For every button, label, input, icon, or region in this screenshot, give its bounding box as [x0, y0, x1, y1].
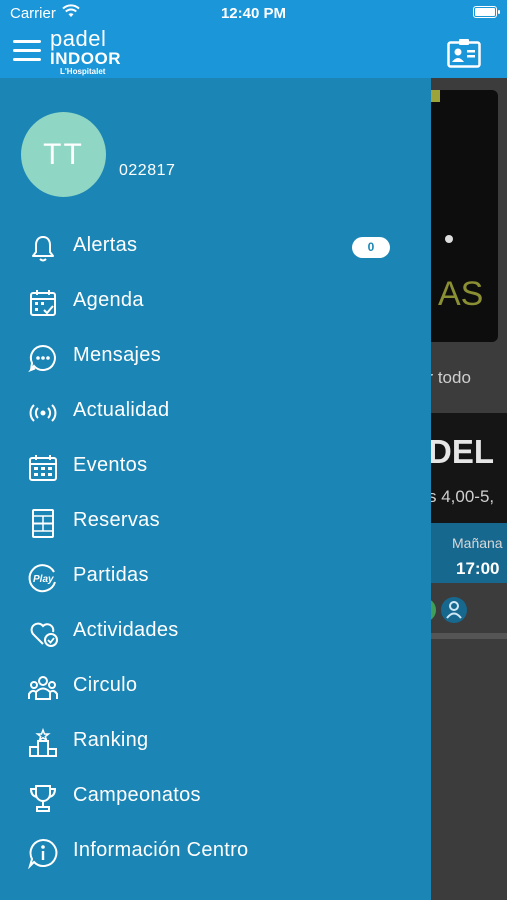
bell-icon	[27, 232, 59, 264]
menu-item-mensajes[interactable]: Mensajes	[0, 330, 431, 385]
logo-line1: padel	[50, 26, 107, 51]
group-icon	[27, 672, 59, 704]
banner-dot	[445, 235, 453, 243]
time-slot[interactable]: Mañana 17:00	[418, 523, 507, 583]
menu-label: Mensajes	[73, 344, 161, 366]
user-id: 022817	[119, 162, 176, 179]
match-card-title: DEL	[428, 433, 494, 470]
logo-line2: INDOOR	[50, 49, 121, 68]
menu-label: Campeonatos	[73, 784, 201, 806]
slot-time: 17:00	[456, 559, 500, 578]
menu-label: Eventos	[73, 454, 148, 476]
menu-label: Circulo	[73, 674, 138, 696]
menu-label: Partidas	[73, 564, 149, 586]
menu-item-eventos[interactable]: Eventos	[0, 440, 431, 495]
chat-bubble-icon	[27, 342, 59, 374]
court-icon	[27, 507, 59, 539]
section-divider	[418, 633, 507, 639]
menu-label: Actividades	[73, 619, 179, 641]
app-header: padel INDOOR L'Hospitalet	[0, 28, 507, 78]
id-card-icon[interactable]	[447, 38, 481, 73]
calendar-grid-icon	[27, 452, 59, 484]
trophy-icon	[27, 782, 59, 814]
slot-day: Mañana	[452, 535, 503, 551]
heart-check-icon	[27, 617, 59, 649]
app-logo: padel INDOOR L'Hospitalet	[50, 26, 130, 77]
play-badge-icon: Play	[27, 562, 59, 594]
match-card[interactable]: DEL s 4,00-5,	[418, 413, 507, 523]
avatar[interactable]: TT	[21, 112, 106, 197]
info-bubble-icon	[27, 837, 59, 870]
menu-label: Ranking	[73, 729, 149, 751]
menu-item-ranking[interactable]: Ranking	[0, 715, 431, 770]
menu-item-agenda[interactable]: Agenda	[0, 275, 431, 330]
calendar-check-icon	[27, 287, 59, 319]
alerts-count-badge: 0	[352, 237, 390, 258]
menu-item-reservas[interactable]: Reservas	[0, 495, 431, 550]
menu-item-campeonatos[interactable]: Campeonatos	[0, 770, 431, 825]
broadcast-icon	[27, 397, 59, 429]
menu-item-actualidad[interactable]: Actualidad	[0, 385, 431, 440]
logo-line3: L'Hospitalet	[60, 67, 106, 76]
banner-text: AS	[438, 275, 484, 313]
menu-item-actividades[interactable]: Actividades	[0, 605, 431, 660]
navigation-drawer: TT 022817 Alertas 0 Agenda Mensajes Actu…	[0, 78, 431, 900]
podium-icon	[27, 727, 59, 759]
battery-icon	[473, 6, 500, 18]
status-bar: Carrier 12:40 PM	[0, 0, 507, 28]
match-card-subtitle: s 4,00-5,	[428, 487, 495, 506]
menu-item-alertas[interactable]: Alertas 0	[0, 220, 431, 275]
menu-item-informacion-centro[interactable]: Información Centro	[0, 825, 431, 880]
svg-text:Play: Play	[33, 574, 54, 585]
menu-item-circulo[interactable]: Circulo	[0, 660, 431, 715]
promo-banner[interactable]: AS	[420, 90, 498, 342]
clock: 12:40 PM	[220, 5, 287, 22]
menu-label: Actualidad	[73, 399, 170, 421]
menu-hamburger-icon[interactable]	[13, 40, 41, 62]
menu-label: Información Centro	[73, 839, 249, 861]
menu-label: Reservas	[73, 509, 160, 531]
menu-label: Agenda	[73, 289, 144, 311]
menu-item-partidas[interactable]: Play Partidas	[0, 550, 431, 605]
menu-label: Alertas	[73, 234, 138, 256]
